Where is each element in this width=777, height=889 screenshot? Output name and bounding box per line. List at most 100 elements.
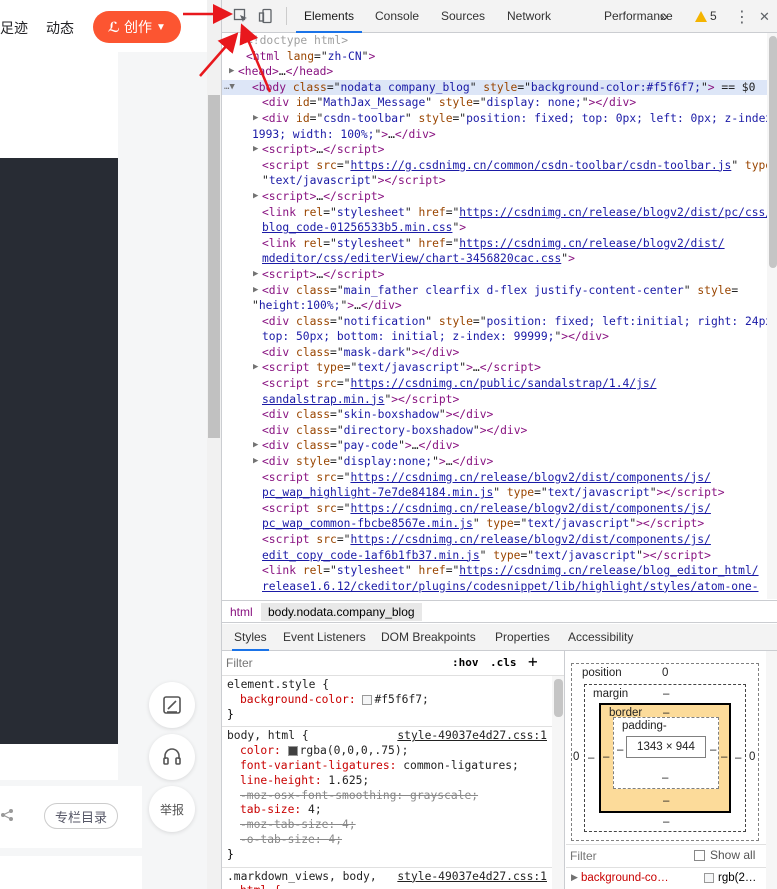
computed-scrollbar[interactable] <box>766 651 777 889</box>
expand-arrow-icon[interactable]: ▶ <box>253 454 258 470</box>
style-property[interactable]: html { <box>227 884 547 889</box>
dom-node-line[interactable]: …▼ <body class="nodata company_blog" styl… <box>222 79 767 96</box>
tab-network[interactable]: Network <box>499 0 559 33</box>
menu-kebab-icon[interactable]: ⋮ <box>734 7 750 27</box>
style-property[interactable]: -o-tab-size: 4; <box>227 833 547 848</box>
dom-node-line[interactable]: ▶ <script type="text/javascript">…</scrip… <box>222 360 767 376</box>
expand-arrow-icon[interactable]: ▶ <box>253 360 258 376</box>
column-directory-button[interactable]: 专栏目录 <box>44 803 118 829</box>
dom-node-line[interactable]: <div class="notification" style="positio… <box>222 314 767 330</box>
dom-node-line[interactable]: <html lang="zh-CN"> <box>222 49 767 65</box>
style-property[interactable]: color: rgba(0,0,0,.75); <box>227 744 547 759</box>
dom-node-line[interactable]: ▶ <head>…</head> <box>222 64 767 80</box>
dom-node-line[interactable]: ▶ <script>…</script> <box>222 189 767 205</box>
dom-node-line[interactable]: <script src="https://csdnimg.cn/release/… <box>222 470 767 486</box>
dom-node-line[interactable]: <script src="https://csdnimg.cn/release/… <box>222 501 767 517</box>
show-all-checkbox[interactable] <box>694 850 705 861</box>
style-source-link[interactable]: style-49037e4d27.css:1 <box>397 729 547 744</box>
device-toolbar-icon[interactable] <box>258 8 274 24</box>
dom-node-line[interactable]: pc_wap_common-fbcbe8567e.min.js" type="t… <box>222 516 767 532</box>
tab-styles[interactable]: Styles <box>232 624 269 651</box>
styles-filter-input[interactable] <box>226 654 441 672</box>
tab-elements[interactable]: Elements <box>296 0 363 33</box>
dom-node-line[interactable]: <div id="MathJax_Message" style="display… <box>222 95 767 111</box>
dom-node-line[interactable]: blog_code-01256533b5.min.css"> <box>222 220 767 236</box>
dom-node-line[interactable]: "height:100%;">…</div> <box>222 298 767 314</box>
page-scrollbar-thumb[interactable] <box>208 95 220 438</box>
style-rule[interactable]: .markdown_views, body, style-49037e4d27.c… <box>222 868 552 889</box>
dom-node-line[interactable]: <link rel="stylesheet" href="https://csd… <box>222 205 767 221</box>
color-swatch[interactable] <box>704 873 714 883</box>
dom-node-line[interactable]: sandalstrap.min.js"></script> <box>222 392 767 408</box>
expand-arrow-icon[interactable]: ▶ <box>253 283 258 299</box>
breadcrumb-html[interactable]: html <box>230 605 253 619</box>
expand-arrow-icon[interactable]: …▼ <box>224 80 235 96</box>
dom-node-line[interactable]: pc_wap_highlight-7e7de84184.min.js" type… <box>222 485 767 501</box>
expand-arrow-icon[interactable]: ▶ <box>253 189 258 205</box>
computed-property-row[interactable]: ▶ background-co… rgb(2… <box>566 867 777 889</box>
tab-properties[interactable]: Properties <box>493 624 552 651</box>
dom-node-line[interactable]: top: 50px; bottom: initial; z-index: 999… <box>222 329 767 345</box>
dom-node-line[interactable]: ▶ <div id="csdn-toolbar" style="position:… <box>222 111 767 127</box>
new-style-rule-button[interactable]: + <box>528 652 538 671</box>
inspect-element-icon[interactable] <box>233 8 249 24</box>
style-property[interactable]: font-variant-ligatures: common-ligatures… <box>227 759 547 774</box>
style-property[interactable]: tab-size: 4; <box>227 803 547 818</box>
style-source-link[interactable]: style-49037e4d27.css:1 <box>397 870 547 885</box>
style-property[interactable]: -moz-osx-font-smoothing: grayscale; <box>227 789 547 804</box>
color-swatch[interactable] <box>287 746 298 757</box>
hover-state-toggle[interactable]: :hov <box>452 656 479 669</box>
color-swatch[interactable] <box>362 694 373 705</box>
style-rule[interactable]: element.style {background-color: #f5f6f7… <box>222 676 552 728</box>
expand-arrow-icon[interactable]: ▶ <box>253 438 258 454</box>
dom-node-line[interactable]: 1993; width: 100%;">…</div> <box>222 127 767 143</box>
customer-service-float-button[interactable] <box>149 734 195 780</box>
dom-node-line[interactable]: mdeditor/css/editerView/chart-3456820cac… <box>222 251 767 267</box>
dom-node-line[interactable]: <div class="mask-dark"></div> <box>222 345 767 361</box>
expand-arrow-icon[interactable]: ▶ <box>571 872 578 883</box>
dom-node-line[interactable]: <link rel="stylesheet" href="https://csd… <box>222 563 767 579</box>
tab-event-listeners[interactable]: Event Listeners <box>281 624 368 651</box>
tab-console[interactable]: Console <box>367 0 427 33</box>
expand-arrow-icon[interactable]: ▶ <box>253 111 258 127</box>
dom-node-line[interactable]: "text/javascript"></script> <box>222 173 767 189</box>
dom-node-line[interactable]: ▶ <script>…</script> <box>222 142 767 158</box>
style-property[interactable]: background-color: #f5f6f7; <box>227 693 547 708</box>
dom-node-line[interactable]: <script src="https://g.csdnimg.cn/common… <box>222 158 767 174</box>
style-property[interactable]: -moz-tab-size: 4; <box>227 818 547 833</box>
dom-node-line[interactable]: release1.6.12/ckeditor/plugins/codesnipp… <box>222 579 767 595</box>
share-icon[interactable] <box>0 808 14 822</box>
dom-node-line[interactable]: ▶ <div style="display:none;">…</div> <box>222 454 767 470</box>
styles-scrollbar-thumb[interactable] <box>554 679 563 717</box>
dom-tree[interactable]: <!doctype html> <html lang="zh-CN"> ▶ <head… <box>222 33 767 599</box>
dom-node-line[interactable]: ▶ <script>…</script> <box>222 267 767 283</box>
dom-tree-scrollbar-thumb[interactable] <box>769 36 777 268</box>
style-rule[interactable]: body, html {style-49037e4d27.css:1 color:… <box>222 727 552 868</box>
nav-footprint[interactable]: 足迹 <box>0 18 28 38</box>
close-icon[interactable]: ✕ <box>759 9 770 25</box>
computed-filter-input[interactable] <box>570 848 680 864</box>
dom-node-line[interactable]: edit_copy_code-1af6b1fb37.min.js" type="… <box>222 548 767 564</box>
warnings-counter[interactable]: 5 <box>695 9 717 23</box>
dom-node-line[interactable]: ▶ <div class="main_father clearfix d-flex… <box>222 283 767 299</box>
more-tabs-button[interactable]: » <box>660 8 668 24</box>
dom-node-line[interactable]: <link rel="stylesheet" href="https://csd… <box>222 236 767 252</box>
dom-node-line[interactable]: <script src="https://csdnimg.cn/release/… <box>222 532 767 548</box>
expand-arrow-icon[interactable]: ▶ <box>253 267 258 283</box>
tab-dom-breakpoints[interactable]: DOM Breakpoints <box>379 624 478 651</box>
edit-float-button[interactable] <box>149 682 195 728</box>
tab-accessibility[interactable]: Accessibility <box>566 624 635 651</box>
dom-node-line[interactable]: <div class="skin-boxshadow"></div> <box>222 407 767 423</box>
expand-arrow-icon[interactable]: ▶ <box>229 64 234 80</box>
report-float-button[interactable]: 举报 <box>149 786 195 832</box>
breadcrumb-body[interactable]: body.nodata.company_blog <box>261 603 422 621</box>
tab-sources[interactable]: Sources <box>433 0 493 33</box>
dom-node-line[interactable]: <script src="https://csdnimg.cn/public/s… <box>222 376 767 392</box>
expand-arrow-icon[interactable]: ▶ <box>253 142 258 158</box>
dom-node-line[interactable]: <div class="directory-boxshadow"></div> <box>222 423 767 439</box>
nav-dynamics[interactable]: 动态 <box>46 18 74 38</box>
class-toggle[interactable]: .cls <box>490 656 517 669</box>
create-button[interactable]: ℒ 创作 ▼ <box>93 11 181 43</box>
style-property[interactable]: line-height: 1.625; <box>227 774 547 789</box>
dom-node-line[interactable]: ▶ <div class="pay-code">…</div> <box>222 438 767 454</box>
